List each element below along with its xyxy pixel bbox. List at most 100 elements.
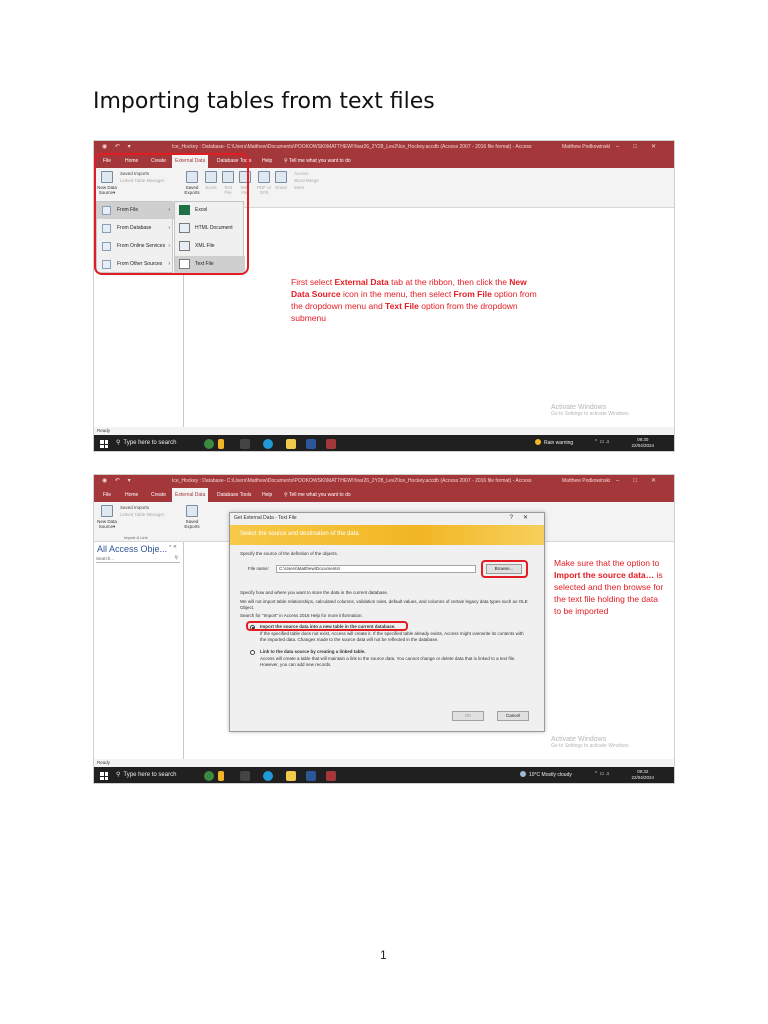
word-merge-button[interactable]: Word Merge (294, 178, 319, 183)
export-access-button[interactable]: Access (294, 171, 309, 176)
clock-date: 22/04/2024 (631, 775, 654, 780)
highlighted-app-icon[interactable] (218, 771, 224, 781)
weather-widget[interactable]: Rain warning (535, 439, 573, 446)
nav-search-placeholder: Search... (96, 556, 115, 561)
linked-table-manager-button[interactable]: Linked Table Manager (120, 512, 164, 517)
email-button[interactable]: Email (274, 171, 288, 190)
email-icon (275, 171, 287, 183)
widgets-icon[interactable] (204, 771, 214, 781)
pdf-icon (258, 171, 270, 183)
title-bar: ◉ ↶ ▾ Ice_Hockey : Database- C:\Users\Ma… (94, 475, 674, 488)
weather-widget[interactable]: 10°C Mostly cloudy (520, 771, 572, 778)
tab-database-tools[interactable]: Database Tools (214, 488, 254, 502)
file-explorer-icon[interactable] (286, 439, 296, 449)
widgets-icon[interactable] (204, 439, 214, 449)
export-pdf-button[interactable]: PDF or XPS (256, 171, 272, 195)
dialog-title: Get External Data - Text File (234, 515, 297, 521)
document-title: Importing tables from text files (93, 89, 435, 114)
windows-taskbar: ⚲ Type here to search Rain warning ⌃ ▭ ♫ … (94, 435, 674, 451)
taskbar-search[interactable]: ⚲ Type here to search (116, 771, 176, 778)
file-name-label: File name: (248, 566, 270, 571)
tab-external-data[interactable]: External Data (172, 488, 209, 502)
import-option-desc: If the specified table does not exist, A… (260, 631, 524, 642)
file-name-input[interactable]: C:\Users\Matthew\Documents\ (276, 565, 476, 573)
taskbar-search[interactable]: ⚲ Type here to search (116, 439, 176, 446)
import-option-highlight (246, 621, 408, 631)
clock-time: 09:30 (637, 437, 649, 442)
quick-access-toolbar[interactable]: ◉ ↶ ▾ (102, 475, 134, 488)
weather-text: Rain warning (544, 440, 574, 446)
tell-me-label: Tell me what you want to do (288, 492, 351, 498)
browse-highlight (481, 560, 528, 578)
user-name: Matthew Podkowinski (562, 144, 611, 150)
weather-text: 10°C Mostly cloudy (529, 772, 572, 778)
export-icon (186, 505, 198, 517)
system-tray-icons[interactable]: ⌃ ▭ ♫ (594, 771, 609, 777)
window-title: Ice_Hockey : Database- C:\Users\Matthew\… (172, 478, 532, 484)
taskbar-clock[interactable]: 09:30 22/04/2024 (631, 437, 654, 449)
tab-file[interactable]: File (100, 488, 114, 502)
task-view-icon[interactable] (240, 439, 250, 449)
annotation-step-2: Make sure that the option to Import the … (554, 557, 664, 617)
screenshot-new-data-source-menu: ◉ ↶ ▾ Ice_Hockey : Database- C:\Users\Ma… (93, 140, 675, 452)
database-icon (101, 505, 113, 517)
search-icon: ⚲ (116, 440, 121, 446)
warning-icon (535, 439, 541, 445)
word-icon[interactable] (306, 771, 316, 781)
export-pdf-label: PDF or XPS (256, 185, 272, 195)
new-data-source-button[interactable]: New Data Source▾ (97, 505, 117, 529)
ok-button[interactable]: OK (452, 711, 484, 721)
chevron-double-left-icon[interactable]: ◔ « (168, 544, 177, 550)
link-option-desc: Access will create a table that will mai… (260, 656, 516, 667)
window-controls[interactable]: –□✕ (616, 475, 670, 488)
tell-me-search[interactable]: ⚲ Tell me what you want to do (284, 154, 351, 168)
access-icon[interactable] (326, 439, 336, 449)
nav-pane-title[interactable]: All Access Obje... (97, 544, 167, 554)
tab-help[interactable]: Help (259, 488, 275, 502)
tab-create[interactable]: Create (148, 488, 169, 502)
annotation-text: icon in the menu, then select (340, 289, 454, 299)
new-data-source-label: New Data Source (97, 519, 117, 529)
specify-source-text: Specify the source of the definition of … (240, 551, 339, 556)
link-radio[interactable] (250, 650, 255, 655)
windows-start-icon[interactable] (100, 440, 108, 448)
activate-windows-watermark: Activate Windows Go to Settings to activa… (551, 404, 630, 417)
tab-home[interactable]: Home (122, 488, 141, 502)
annotation-bold: Import the source data… (554, 570, 655, 580)
access-icon[interactable] (326, 771, 336, 781)
clock-date: 22/04/2024 (631, 443, 654, 448)
annotation-step-1: First select External Data tab at the ri… (291, 276, 546, 324)
taskbar-search-label: Type here to search (123, 440, 177, 446)
cancel-button[interactable]: Cancel (497, 711, 529, 721)
not-import-text: We will not import table relationships, … (240, 599, 528, 610)
task-view-icon[interactable] (240, 771, 250, 781)
windows-start-icon[interactable] (100, 772, 108, 780)
tell-me-search[interactable]: ⚲ Tell me what you want to do (284, 488, 351, 502)
annotation-bold: Text File (385, 301, 419, 311)
dialog-controls[interactable]: ?✕ (510, 514, 538, 521)
edge-icon[interactable] (263, 439, 273, 449)
taskbar-clock[interactable]: 09:32 22/04/2024 (631, 769, 654, 781)
tab-help[interactable]: Help (259, 154, 275, 168)
activate-line-1: Activate Windows (551, 404, 607, 411)
more-button[interactable]: More (294, 185, 304, 190)
system-tray-icons[interactable]: ⌃ ▭ ♫ (594, 439, 609, 445)
annotation-text: First select (291, 277, 335, 287)
window-controls[interactable]: –□✕ (616, 141, 670, 154)
nav-search-input[interactable]: Search... ⚲ (96, 555, 180, 563)
saved-imports-button[interactable]: Saved Imports (120, 505, 149, 510)
page-number: 1 (380, 948, 387, 962)
search-help-text: Search for "Import" in Access 2016 Help … (240, 613, 363, 618)
menu-bar: File Home Create External Data Database … (94, 488, 674, 502)
edge-icon[interactable] (263, 771, 273, 781)
specify-store-text: Specify how and where you want to store … (240, 590, 389, 595)
activate-line-2: Go to Settings to activate Windows. (551, 411, 630, 417)
saved-exports-button[interactable]: Saved Exports (182, 505, 202, 529)
file-explorer-icon[interactable] (286, 771, 296, 781)
highlighted-app-icon[interactable] (218, 439, 224, 449)
clock-time: 09:32 (637, 769, 649, 774)
screenshot-get-external-data-dialog: ◉ ↶ ▾ Ice_Hockey : Database- C:\Users\Ma… (93, 474, 675, 784)
link-option-label[interactable]: Link to the data source by creating a li… (260, 649, 530, 655)
saved-exports-label: Saved Exports (184, 519, 200, 529)
word-icon[interactable] (306, 439, 316, 449)
